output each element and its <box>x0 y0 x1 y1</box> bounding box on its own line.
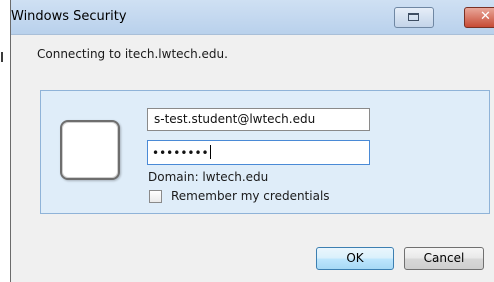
title-bar[interactable]: Windows Security ✕ <box>11 0 494 35</box>
remember-credentials-checkbox[interactable] <box>149 190 162 203</box>
restore-icon <box>408 13 419 21</box>
domain-label: Domain: lwtech.edu <box>148 170 269 184</box>
cancel-button[interactable]: Cancel <box>404 247 484 270</box>
ok-button[interactable]: OK <box>316 247 394 270</box>
password-field[interactable]: •••••••• <box>147 140 370 165</box>
background-window-mark <box>1 52 3 62</box>
screen: Windows Security ✕ Connecting to itech.l… <box>0 0 494 282</box>
windows-security-dialog: Windows Security ✕ Connecting to itech.l… <box>11 0 494 282</box>
text-caret <box>209 145 211 159</box>
user-tile-icon <box>60 120 120 180</box>
username-field[interactable]: s-test.student@lwtech.edu <box>147 108 370 131</box>
close-icon: ✕ <box>480 9 491 24</box>
window-title: Windows Security <box>11 9 127 24</box>
close-button[interactable]: ✕ <box>464 7 494 28</box>
password-mask: •••••••• <box>152 146 209 160</box>
restore-button[interactable] <box>394 7 434 28</box>
credential-panel: s-test.student@lwtech.edu •••••••• Domai… <box>40 90 490 214</box>
remember-credentials-label[interactable]: Remember my credentials <box>171 189 330 203</box>
connecting-message: Connecting to itech.lwtech.edu. <box>37 47 228 61</box>
background-window-edge <box>0 0 11 282</box>
